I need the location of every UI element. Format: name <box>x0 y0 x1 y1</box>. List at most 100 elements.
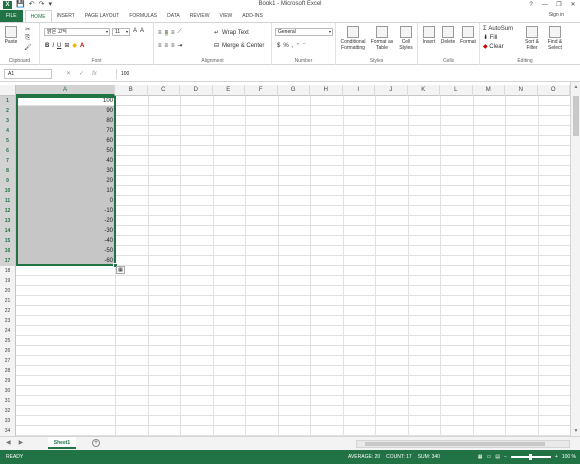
column-header-n[interactable]: N <box>505 85 538 96</box>
row-header[interactable]: 16 <box>0 246 16 256</box>
row-header[interactable]: 31 <box>0 396 16 406</box>
tab-add-ins[interactable]: ADD-INS <box>237 10 268 22</box>
paste-button[interactable]: Paste <box>4 26 18 45</box>
horizontal-scrollbar[interactable] <box>356 440 570 448</box>
row-header[interactable]: 8 <box>0 166 16 176</box>
sign-in-link[interactable]: Sign in <box>549 12 564 18</box>
align-left-icon[interactable]: ≡ <box>158 43 162 49</box>
column-header-o[interactable]: O <box>538 85 570 96</box>
wrap-text-icon[interactable]: ↵ <box>214 29 219 36</box>
row-header[interactable]: 5 <box>0 136 16 146</box>
decrease-decimal-icon[interactable]: ⁻ <box>303 42 306 49</box>
row-header[interactable]: 28 <box>0 366 16 376</box>
column-header-b[interactable]: B <box>115 85 148 96</box>
normal-view-icon[interactable]: ▦ <box>478 450 483 464</box>
currency-icon[interactable]: $ <box>277 43 280 49</box>
row-header[interactable]: 19 <box>0 276 16 286</box>
tab-review[interactable]: REVIEW <box>185 10 215 22</box>
prev-sheet-icon[interactable]: ◀ <box>6 439 11 446</box>
sheet-tab-sheet1[interactable]: Sheet1 <box>48 437 76 449</box>
row-header[interactable]: 33 <box>0 416 16 426</box>
delete-cells-button[interactable]: Delete <box>439 26 457 45</box>
shrink-font-icon[interactable]: A <box>140 28 144 34</box>
column-header-j[interactable]: J <box>375 85 408 96</box>
tab-file[interactable]: FILE <box>0 10 23 22</box>
row-header[interactable]: 2 <box>0 106 16 116</box>
align-center-icon[interactable]: ≡ <box>165 43 169 49</box>
row-header[interactable]: 20 <box>0 286 16 296</box>
row-header[interactable]: 25 <box>0 336 16 346</box>
wrap-text-button[interactable]: Wrap Text <box>222 30 249 36</box>
close-button[interactable]: ✕ <box>566 0 580 10</box>
align-right-icon[interactable]: ≡ <box>171 43 175 49</box>
copy-icon[interactable]: ⎘ <box>25 35 30 42</box>
row-header[interactable]: 32 <box>0 406 16 416</box>
row-header[interactable]: 15 <box>0 236 16 246</box>
underline-icon[interactable]: U <box>57 43 61 49</box>
scroll-down-icon[interactable]: ▼ <box>571 428 580 434</box>
scroll-up-icon[interactable]: ▲ <box>571 84 580 90</box>
column-header-k[interactable]: K <box>408 85 440 96</box>
zoom-slider[interactable] <box>510 454 551 460</box>
font-size-select[interactable]: 11 ▾ <box>112 28 130 36</box>
row-header[interactable]: 9 <box>0 176 16 186</box>
page-layout-view-icon[interactable]: ▭ <box>487 450 492 464</box>
format-cells-button[interactable]: Format <box>458 26 478 45</box>
row-header[interactable]: 27 <box>0 356 16 366</box>
row-header[interactable]: 21 <box>0 296 16 306</box>
column-header-h[interactable]: H <box>310 85 343 96</box>
merge-center-button[interactable]: Merge & Center <box>222 43 264 49</box>
row-header[interactable]: 11 <box>0 196 16 206</box>
column-header-m[interactable]: M <box>473 85 505 96</box>
bold-icon[interactable]: B <box>45 43 49 49</box>
zoom-in-icon[interactable]: + <box>555 450 558 464</box>
vertical-scrollbar[interactable]: ▲ ▼ <box>570 82 580 436</box>
hscroll-thumb[interactable] <box>365 442 545 446</box>
row-header[interactable]: 13 <box>0 216 16 226</box>
tab-page-layout[interactable]: PAGE LAYOUT <box>80 10 125 22</box>
increase-decimal-icon[interactable]: ⁺ <box>296 42 299 49</box>
scroll-thumb[interactable] <box>573 96 579 136</box>
font-color-icon[interactable]: A <box>80 43 84 49</box>
clear-button[interactable]: ◆ Clear <box>483 43 504 50</box>
borders-icon[interactable]: ⊞ <box>64 42 69 49</box>
formula-input[interactable]: 100 <box>116 69 576 79</box>
insert-cells-button[interactable]: Insert <box>420 26 438 45</box>
row-header[interactable]: 4 <box>0 126 16 136</box>
insert-function-icon[interactable]: fx <box>92 69 97 79</box>
row-header[interactable]: 29 <box>0 376 16 386</box>
column-header-l[interactable]: L <box>440 85 473 96</box>
autosum-button[interactable]: Σ AutoSum <box>483 26 513 32</box>
cancel-icon[interactable]: ✕ <box>66 69 71 79</box>
column-header-c[interactable]: C <box>148 85 180 96</box>
cut-icon[interactable]: ✂ <box>25 26 30 33</box>
fill-color-icon[interactable]: ◆ <box>72 42 77 49</box>
column-header-e[interactable]: E <box>213 85 245 96</box>
tab-view[interactable]: VIEW <box>214 10 237 22</box>
align-bottom-icon[interactable]: ≡ <box>171 30 175 36</box>
worksheet-grid[interactable]: ABCDEFGHIJKLMNO 1 100 2 90 3 80 4 70 5 60 6 50 7 40 8 3… <box>0 82 580 436</box>
percent-icon[interactable]: % <box>283 43 288 49</box>
minimize-button[interactable]: — <box>538 0 552 10</box>
page-break-view-icon[interactable]: ▤ <box>495 450 500 464</box>
select-all-corner[interactable] <box>0 85 16 96</box>
tab-formulas[interactable]: FORMULAS <box>124 10 162 22</box>
cell-styles-button[interactable]: Cell Styles <box>396 26 416 51</box>
row-header[interactable]: 30 <box>0 386 16 396</box>
tab-data[interactable]: DATA <box>162 10 185 22</box>
tab-insert[interactable]: INSERT <box>52 10 80 22</box>
next-sheet-icon[interactable]: ▶ <box>19 439 24 446</box>
column-header-a[interactable]: A <box>16 85 115 96</box>
row-header[interactable]: 23 <box>0 316 16 326</box>
row-header[interactable]: 10 <box>0 186 16 196</box>
row-header[interactable]: 18 <box>0 266 16 276</box>
row-header[interactable]: 7 <box>0 156 16 166</box>
add-sheet-button[interactable]: + <box>92 439 100 447</box>
align-middle-icon[interactable]: ≡ <box>164 29 169 36</box>
help-button[interactable]: ? <box>524 0 538 10</box>
zoom-level[interactable]: 100 % <box>562 450 576 464</box>
tab-home[interactable]: HOME <box>24 10 52 22</box>
merge-icon[interactable]: ⊟ <box>214 42 219 49</box>
sort-filter-button[interactable]: Sort & Filter <box>522 26 542 51</box>
number-format-select[interactable]: General ▾ <box>275 28 333 36</box>
